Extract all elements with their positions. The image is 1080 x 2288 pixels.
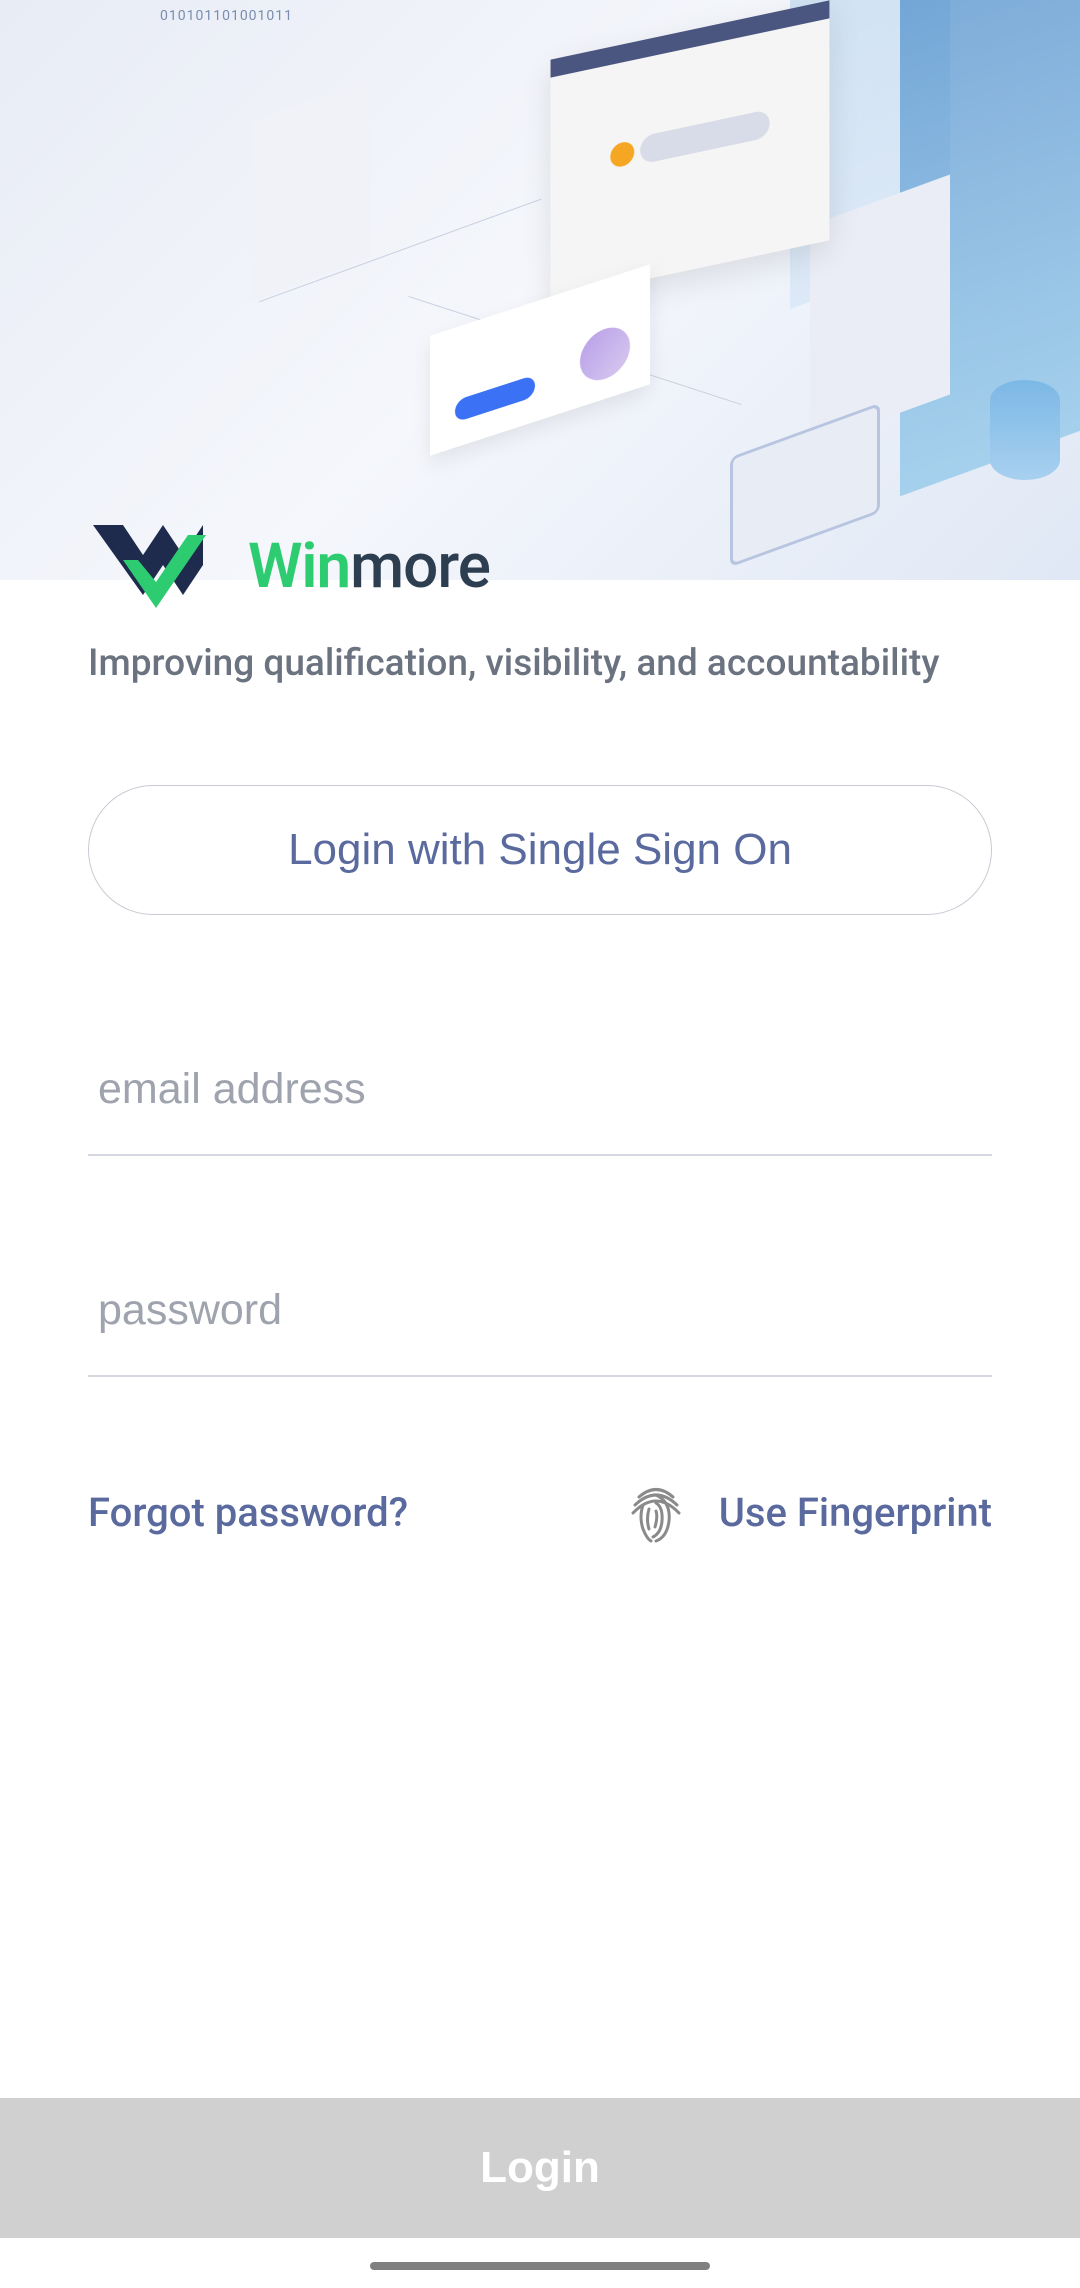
password-input[interactable] — [88, 1246, 992, 1377]
login-button[interactable]: Login — [0, 2098, 1080, 2238]
brand-name-part1: Win — [248, 530, 350, 603]
home-indicator[interactable] — [370, 2262, 710, 2270]
brand-logo-text: Winmore — [248, 530, 490, 603]
hero-illustration: 010101101001011 — [0, 0, 1080, 580]
forgot-password-link[interactable]: Forgot password? — [88, 1489, 408, 1536]
email-input[interactable] — [88, 1025, 992, 1156]
use-fingerprint-button[interactable]: Use Fingerprint — [621, 1477, 992, 1547]
binary-decoration: 010101101001011 — [160, 8, 293, 24]
fingerprint-icon — [621, 1477, 691, 1547]
brand-tagline: Improving qualification, visibility, and… — [88, 642, 992, 685]
brand-logo-mark — [88, 520, 208, 612]
brand-logo-row: Winmore — [88, 520, 992, 612]
sso-login-button[interactable]: Login with Single Sign On — [88, 785, 992, 915]
fingerprint-label: Use Fingerprint — [719, 1489, 992, 1536]
brand-name-part2: more — [350, 530, 490, 603]
